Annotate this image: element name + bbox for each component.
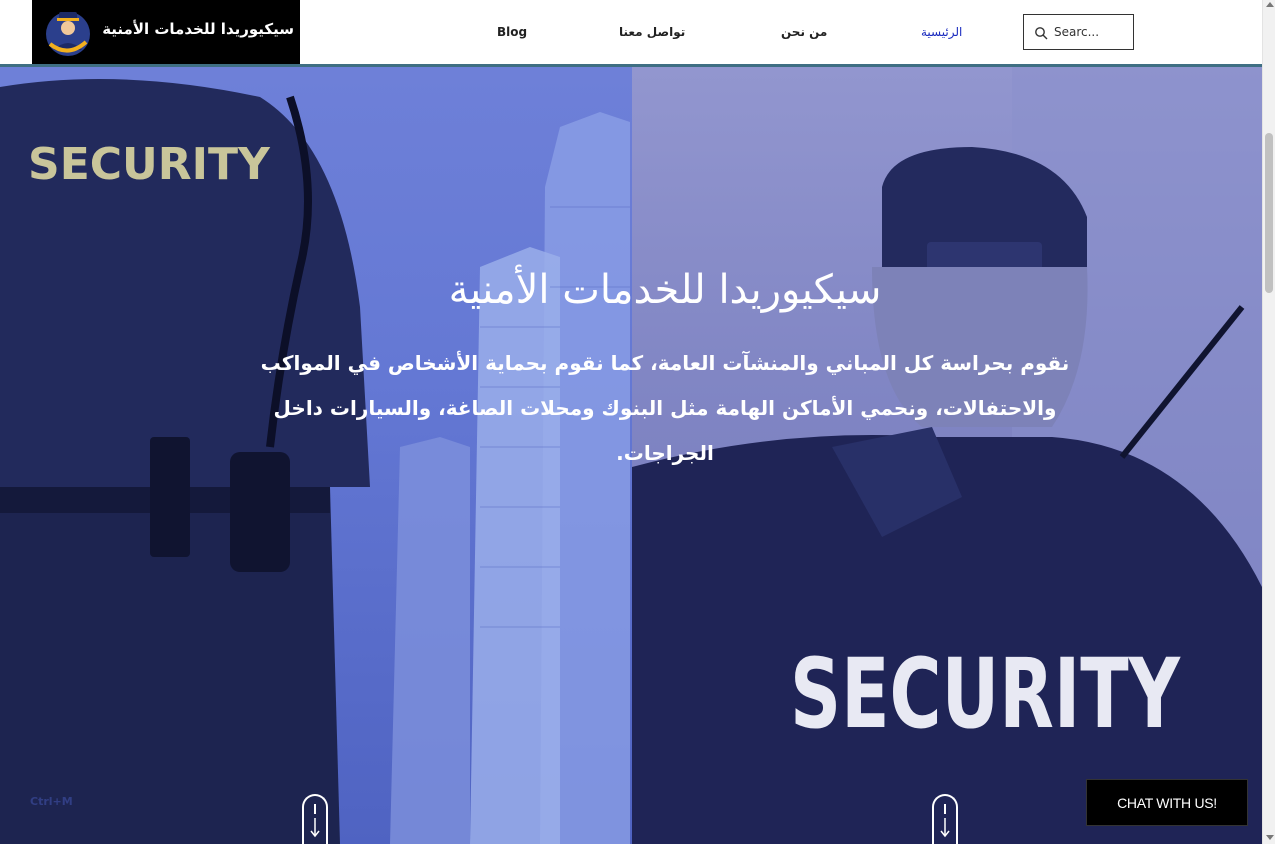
- hero-heading: سيكيوريدا للخدمات الأمنية: [448, 267, 882, 313]
- scrollbar-thumb[interactable]: [1265, 133, 1273, 293]
- scroll-up-arrow-icon[interactable]: [1266, 2, 1274, 7]
- svg-text:SECURITY: SECURITY: [28, 139, 271, 190]
- shortcut-hint: Ctrl+M: [30, 795, 73, 808]
- nav-link-home[interactable]: الرئيسية: [921, 25, 962, 39]
- hero-section: SECURITY SECURITY سيكيوريدا للخدمات الأم…: [0, 67, 1262, 844]
- nav-link-contact[interactable]: تواصل معنا: [619, 25, 685, 39]
- mouse-wheel-dot: [314, 804, 316, 814]
- svg-text:SECURITY: SECURITY: [790, 638, 1181, 750]
- search-icon: [1035, 27, 1048, 40]
- page-scrollbar[interactable]: [1262, 0, 1275, 844]
- scroll-down-right[interactable]: [932, 794, 958, 844]
- logo-text: سيكيوريدا للخدمات الأمنية: [102, 20, 294, 38]
- mouse-scroll-down-icon: [940, 818, 950, 838]
- nav-link-about[interactable]: من نحن: [781, 25, 827, 39]
- scroll-down-left[interactable]: [302, 794, 328, 844]
- search-box[interactable]: [1023, 14, 1134, 50]
- mouse-wheel-dot: [944, 804, 946, 814]
- chat-with-us-button[interactable]: CHAT WITH US!: [1086, 779, 1248, 826]
- hero-description: نقوم بحراسة كل المباني والمنشآت العامة، …: [260, 351, 1070, 465]
- mouse-scroll-down-icon: [310, 818, 320, 838]
- security-guard-emblem-icon: [46, 12, 90, 56]
- scroll-down-arrow-icon[interactable]: [1266, 835, 1274, 840]
- nav-link-blog[interactable]: Blog: [497, 25, 527, 39]
- search-input[interactable]: [1054, 23, 1130, 41]
- site-logo[interactable]: سيكيوريدا للخدمات الأمنية: [32, 0, 300, 65]
- site-header: سيكيوريدا للخدمات الأمنية Blog تواصل معن…: [0, 0, 1262, 65]
